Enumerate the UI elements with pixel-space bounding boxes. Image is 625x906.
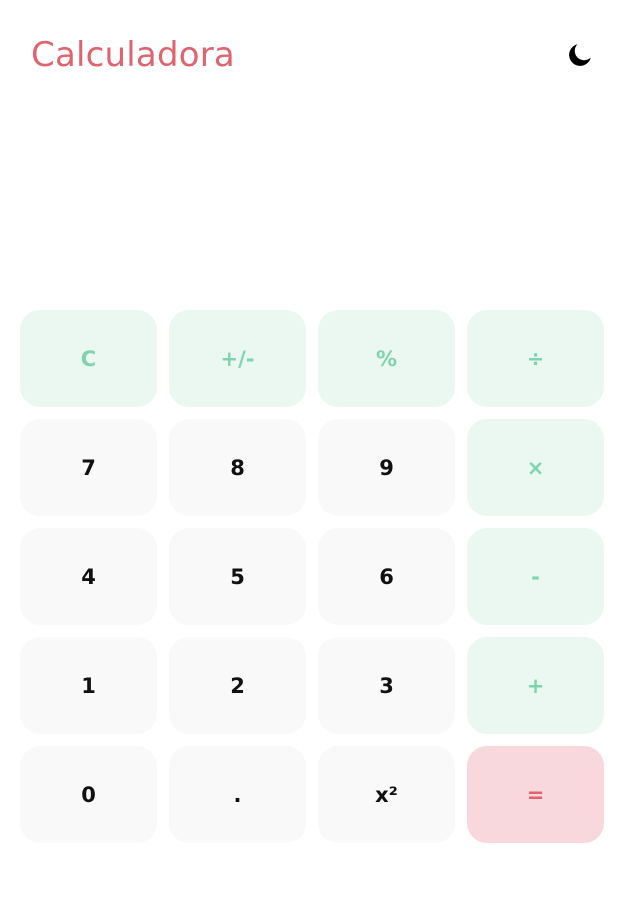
divide-button[interactable]: ÷ <box>467 310 604 407</box>
add-button[interactable]: + <box>467 637 604 734</box>
keypad: C +/- % ÷ 7 8 9 × 4 5 6 - 1 2 3 + 0 . x²… <box>20 310 605 843</box>
negate-button[interactable]: +/- <box>169 310 306 407</box>
theme-toggle-button[interactable] <box>563 38 597 72</box>
digit-0-button[interactable]: 0 <box>20 746 157 843</box>
multiply-button[interactable]: × <box>467 419 604 516</box>
equals-button[interactable]: = <box>467 746 604 843</box>
digit-8-button[interactable]: 8 <box>169 419 306 516</box>
digit-9-button[interactable]: 9 <box>318 419 455 516</box>
digit-2-button[interactable]: 2 <box>169 637 306 734</box>
digit-4-button[interactable]: 4 <box>20 528 157 625</box>
moon-icon <box>569 44 591 66</box>
header: Calculadora <box>0 0 625 110</box>
digit-5-button[interactable]: 5 <box>169 528 306 625</box>
percent-button[interactable]: % <box>318 310 455 407</box>
digit-7-button[interactable]: 7 <box>20 419 157 516</box>
app-title: Calculadora <box>31 35 235 75</box>
clear-button[interactable]: C <box>20 310 157 407</box>
digit-1-button[interactable]: 1 <box>20 637 157 734</box>
display <box>20 110 605 295</box>
decimal-button[interactable]: . <box>169 746 306 843</box>
subtract-button[interactable]: - <box>467 528 604 625</box>
digit-3-button[interactable]: 3 <box>318 637 455 734</box>
digit-6-button[interactable]: 6 <box>318 528 455 625</box>
square-button[interactable]: x² <box>318 746 455 843</box>
